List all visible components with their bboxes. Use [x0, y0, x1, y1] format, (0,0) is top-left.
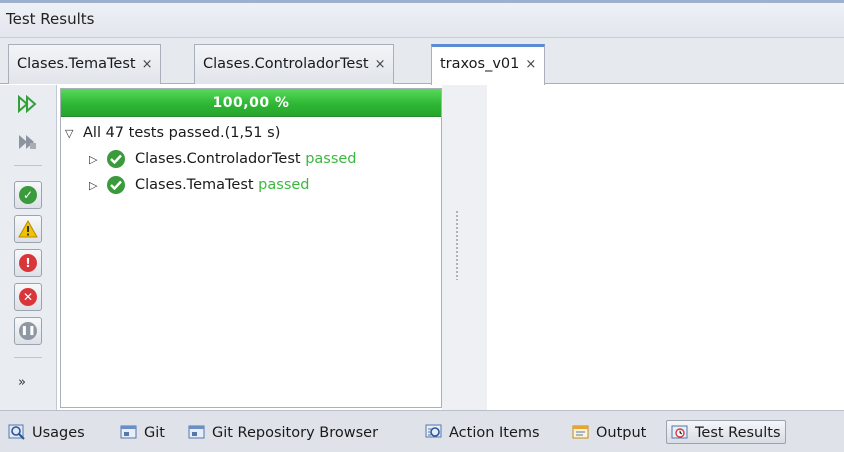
toolbar-separator	[14, 165, 42, 166]
test-results-label: Test Results	[695, 425, 781, 441]
passed-icon	[107, 150, 125, 168]
tab-label: Clases.TemaTest	[17, 56, 136, 72]
panel-splitter[interactable]	[442, 85, 487, 410]
tab-tema-test[interactable]: Clases.TemaTest ×	[8, 44, 162, 84]
action-items-tab[interactable]: Action Items	[425, 421, 540, 445]
rerun-failed-icon	[19, 135, 36, 149]
close-icon[interactable]: ×	[375, 57, 386, 72]
summary-text: All 47 tests passed.(1,51 s)	[83, 125, 281, 141]
tab-bar: Clases.TemaTest × Clases.ControladorTest ×…	[0, 38, 844, 85]
git-repository-browser-tab[interactable]: Git Repository Browser	[188, 421, 378, 445]
git-repo-browser-icon	[188, 424, 206, 440]
toolbar-separator	[14, 357, 42, 358]
show-failures-button[interactable]: !	[14, 249, 42, 277]
rerun-failed-button[interactable]	[14, 128, 42, 156]
output-label: Output	[596, 425, 647, 441]
collapsed-arrow-icon[interactable]: ▷	[89, 174, 107, 198]
status-label: passed	[305, 151, 357, 167]
error-icon: ✕	[19, 288, 37, 306]
tab-label: traxos_v01	[440, 56, 520, 72]
close-icon[interactable]: ×	[142, 57, 153, 72]
tab-label: Clases.ControladorTest	[203, 56, 369, 72]
window-title-bar: Test Results	[0, 0, 844, 38]
test-results-icon	[671, 424, 689, 440]
show-errors-button[interactable]: ✕	[14, 283, 42, 311]
test-class-name: Clases.ControladorTest	[135, 151, 301, 167]
test-results-panel: 100,00 % ▽ All 47 tests passed.(1,51 s) ▷…	[60, 88, 442, 408]
git-label: Git	[144, 425, 165, 441]
close-icon[interactable]: ×	[525, 57, 536, 72]
show-passed-button[interactable]: ✓	[14, 181, 42, 209]
action-items-icon	[425, 424, 443, 440]
action-items-label: Action Items	[449, 425, 540, 441]
status-label: passed	[258, 177, 310, 193]
warning-icon	[18, 220, 38, 238]
tree-root[interactable]: ▽ All 47 tests passed.(1,51 s)	[65, 121, 280, 145]
progress-bar: 100,00 %	[61, 89, 441, 117]
aborted-icon: ❚❚	[19, 322, 37, 340]
git-icon	[120, 424, 138, 440]
rerun-button[interactable]	[14, 90, 42, 118]
collapsed-arrow-icon[interactable]: ▷	[89, 148, 107, 172]
test-results-tab[interactable]: Test Results	[666, 420, 786, 444]
tab-controlador-test[interactable]: Clases.ControladorTest ×	[194, 44, 395, 84]
splitter-grip[interactable]	[455, 210, 459, 280]
passed-icon	[107, 176, 125, 194]
test-class-name: Clases.TemaTest	[135, 177, 254, 193]
more-icon[interactable]: »	[18, 375, 26, 390]
usages-tab[interactable]: Usages	[8, 421, 85, 445]
progress-label: 100,00 %	[212, 95, 290, 111]
usages-label: Usages	[32, 425, 85, 441]
tree-item[interactable]: ▷ Clases.ControladorTest passed	[89, 147, 357, 171]
usages-icon	[8, 424, 26, 440]
output-tab[interactable]: Output	[572, 421, 646, 445]
expanded-arrow-icon[interactable]: ▽	[65, 122, 83, 146]
tab-traxos[interactable]: traxos_v01 ×	[431, 44, 546, 85]
tree-item[interactable]: ▷ Clases.TemaTest passed	[89, 173, 310, 197]
bottom-toolbar: Usages Git Git Repository Browser Action…	[0, 410, 844, 452]
output-icon	[572, 424, 590, 440]
git-tab[interactable]: Git	[120, 421, 165, 445]
git-repo-browser-label: Git Repository Browser	[212, 425, 379, 441]
window-title: Test Results	[6, 10, 95, 28]
output-pane[interactable]	[487, 85, 844, 410]
show-aborted-button[interactable]: ❚❚	[14, 317, 42, 345]
test-toolbar: ✓ ! ✕ ❚❚ »	[0, 85, 57, 410]
failure-icon: !	[19, 254, 37, 272]
show-passed-icon: ✓	[19, 186, 37, 204]
rerun-icon	[18, 94, 37, 114]
show-passed-with-errors-button[interactable]	[14, 215, 42, 243]
